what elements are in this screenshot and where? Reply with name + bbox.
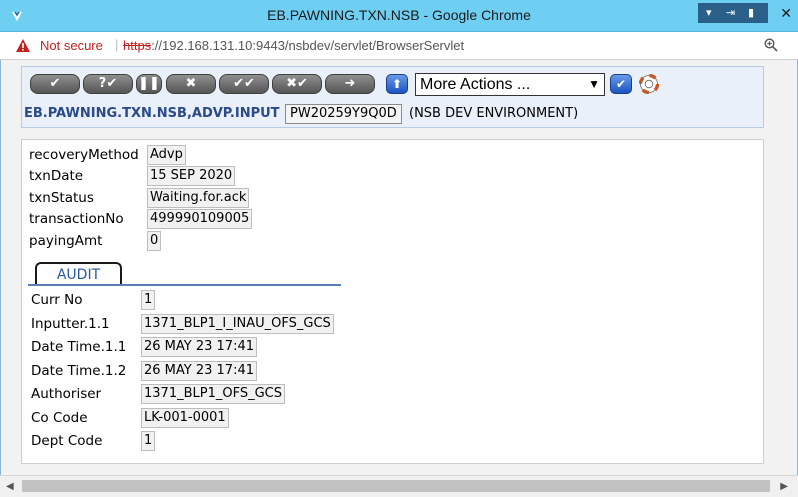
paying-amt-value: 0: [147, 231, 162, 251]
upload-button[interactable]: ⬆: [386, 74, 408, 94]
field-label: txnDate: [29, 168, 84, 184]
window-titlebar: EB.PAWNING.TXN.NSB - Google Chrome ▾ ⇥ ▮…: [0, 0, 798, 32]
inputter-value: 1371_BLP1_I_INAU_OFS_GCS: [141, 314, 334, 334]
audit-field-label: Curr No: [31, 292, 83, 308]
curr-no-value: 1: [141, 290, 156, 310]
hold-button[interactable]: ?✔: [83, 74, 133, 94]
date-time-1-2-value: 26 MAY 23 17:41: [141, 361, 257, 381]
audit-field-label: Inputter.1.1: [31, 316, 110, 332]
dept-code-value: 1: [141, 431, 156, 451]
horizontal-scrollbar[interactable]: ◀ ▶: [0, 475, 798, 497]
scroll-right-icon[interactable]: ▶: [780, 481, 788, 492]
url-text[interactable]: https://192.168.131.10:9443/nsbdev/servl…: [123, 38, 464, 53]
date-time-1-1-value: 26 MAY 23 17:41: [141, 337, 257, 357]
next-button[interactable]: ➜: [325, 74, 375, 94]
more-actions-select[interactable]: More Actions ... ▼: [415, 73, 605, 96]
field-label: recoveryMethod: [29, 147, 139, 163]
signal-icon: ▮: [748, 6, 755, 19]
tab-audit[interactable]: AUDIT: [35, 262, 122, 286]
lifebuoy-icon[interactable]: [639, 74, 659, 94]
chevron-down-icon: ▼: [588, 77, 600, 91]
url-scheme: https: [123, 38, 152, 53]
validate-button[interactable]: ✔: [30, 74, 80, 94]
minimize-icon[interactable]: ▾: [706, 6, 712, 19]
audit-field-label: Dept Code: [31, 433, 103, 449]
txn-date-value: 15 SEP 2020: [147, 166, 236, 186]
txn-status-value: Waiting.for.ack: [147, 188, 250, 208]
field-label: transactionNo: [29, 211, 124, 227]
field-label: txnStatus: [29, 190, 94, 206]
warning-icon: [16, 39, 30, 52]
authorise-button[interactable]: ✔✔: [219, 74, 269, 94]
reverse-button[interactable]: ✖✔: [272, 74, 322, 94]
scroll-left-icon[interactable]: ◀: [6, 481, 14, 492]
security-status[interactable]: Not secure: [40, 38, 103, 53]
record-id-field[interactable]: PW20259Y9Q0D: [285, 104, 402, 124]
pause-button[interactable]: ❚❚: [136, 74, 162, 94]
audit-field-label: Date Time.1.1: [31, 339, 127, 355]
audit-field-label: Date Time.1.2: [31, 363, 127, 379]
zoom-icon[interactable]: [764, 38, 778, 52]
delete-button[interactable]: ✖: [166, 74, 216, 94]
pin-icon[interactable]: ⇥: [726, 6, 735, 19]
audit-field-label: Co Code: [31, 410, 88, 426]
go-button[interactable]: ✔: [610, 74, 632, 94]
tab-underline: [28, 284, 341, 286]
audit-field-label: Authoriser: [31, 386, 102, 402]
application-title: EB.PAWNING.TXN.NSB,ADVP.INPUT: [24, 106, 280, 121]
transaction-no-value: 499990109005: [147, 209, 253, 229]
authoriser-value: 1371_BLP1_OFS_GCS: [141, 384, 285, 404]
environment-label: (NSB DEV ENVIRONMENT): [409, 106, 579, 121]
scrollbar-thumb[interactable]: [22, 480, 770, 492]
more-actions-value: More Actions ...: [420, 76, 531, 93]
url-path: ://192.168.131.10:9443/nsbdev/servlet/Br…: [151, 38, 465, 53]
field-label: payingAmt: [29, 233, 103, 249]
close-icon[interactable]: ✕: [780, 6, 792, 22]
window-title: EB.PAWNING.TXN.NSB - Google Chrome: [267, 7, 531, 23]
address-bar[interactable]: Not secure | https://192.168.131.10:9443…: [0, 32, 798, 60]
co-code-value: LK-001-0001: [141, 408, 229, 428]
recovery-method-value: Advp: [147, 145, 186, 165]
record-content: [21, 139, 764, 464]
address-separator: |: [115, 37, 119, 52]
window-controls[interactable]: ▾ ⇥ ▮: [698, 3, 768, 23]
